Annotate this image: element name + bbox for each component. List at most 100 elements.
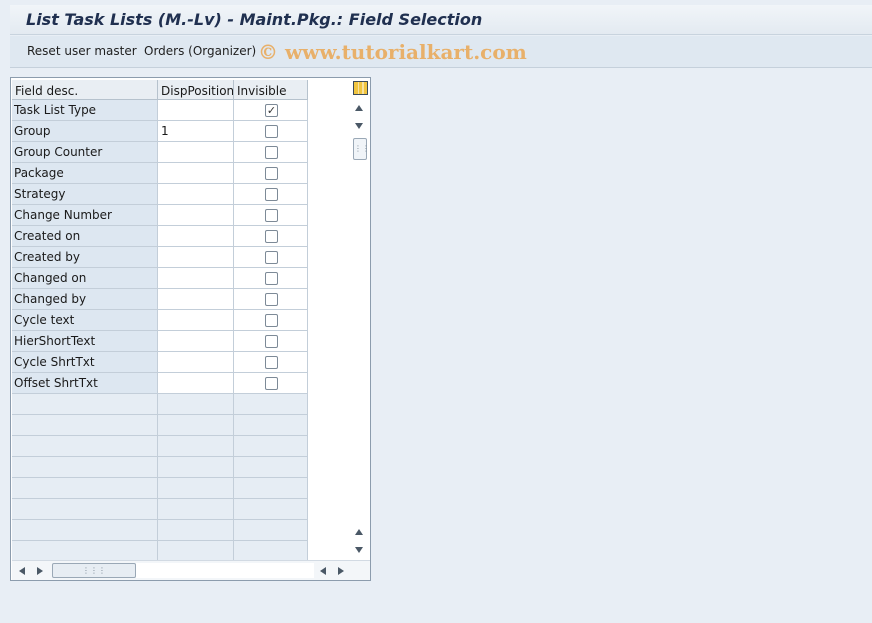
horizontal-scroll-thumb[interactable]: ⋮⋮⋮: [52, 563, 136, 578]
field-desc-cell: HierShortText: [12, 331, 158, 352]
empty-table-row: [12, 457, 308, 478]
field-desc-cell: Changed by: [12, 289, 158, 310]
empty-cell: [234, 394, 308, 415]
horizontal-scroll-track[interactable]: [136, 563, 314, 578]
field-desc-cell: Cycle ShrtTxt: [12, 352, 158, 373]
invisible-cell: [234, 163, 308, 184]
table-row: Created by: [12, 247, 308, 268]
table-row: Changed on: [12, 268, 308, 289]
scroll-right-end-icon[interactable]: [338, 567, 344, 575]
table-row: Change Number: [12, 205, 308, 226]
vertical-scroll-thumb[interactable]: ⋮⋮: [353, 138, 370, 160]
disp-position-input[interactable]: [158, 184, 234, 205]
scroll-left-end-icon[interactable]: [320, 567, 326, 575]
field-desc-cell: Created by: [12, 247, 158, 268]
table-row: Cycle ShrtTxt: [12, 352, 308, 373]
column-header-invisible[interactable]: Invisible: [234, 80, 308, 100]
invisible-checkbox[interactable]: [265, 209, 278, 222]
disp-position-input[interactable]: [158, 226, 234, 247]
scroll-up-bottom-icon[interactable]: [355, 529, 363, 535]
page-title: List Task Lists (M.-Lv) - Maint.Pkg.: Fi…: [26, 10, 483, 29]
invisible-checkbox[interactable]: [265, 314, 278, 327]
scroll-right-icon[interactable]: [37, 567, 43, 575]
invisible-checkbox[interactable]: [265, 167, 278, 180]
invisible-cell: [234, 247, 308, 268]
empty-cell: [12, 394, 158, 415]
field-desc-cell: Changed on: [12, 268, 158, 289]
disp-position-input[interactable]: [158, 142, 234, 163]
invisible-checkbox[interactable]: [265, 356, 278, 369]
invisible-checkbox[interactable]: [265, 230, 278, 243]
empty-cell: [158, 394, 234, 415]
table-row: Cycle text: [12, 310, 308, 331]
invisible-checkbox[interactable]: [265, 377, 278, 390]
disp-position-input[interactable]: [158, 100, 234, 121]
field-desc-cell: Strategy: [12, 184, 158, 205]
empty-cell: [234, 436, 308, 457]
empty-cell: [234, 541, 308, 562]
scroll-down-bottom-icon[interactable]: [355, 547, 363, 553]
orders-organizer-button[interactable]: Orders (Organizer): [144, 44, 256, 58]
invisible-cell: [234, 205, 308, 226]
invisible-cell: [234, 184, 308, 205]
reset-user-master-button[interactable]: Reset user master: [27, 44, 137, 58]
scroll-up-icon[interactable]: [355, 105, 363, 111]
table-body: Task List Type ✓ Group 1 Group Counter Packag…: [12, 100, 308, 562]
field-desc-cell: Offset ShrtTxt: [12, 373, 158, 394]
disp-position-input[interactable]: [158, 268, 234, 289]
empty-cell: [234, 478, 308, 499]
invisible-checkbox[interactable]: [265, 293, 278, 306]
invisible-cell: [234, 121, 308, 142]
disp-position-input[interactable]: [158, 310, 234, 331]
invisible-checkbox[interactable]: [265, 125, 278, 138]
empty-cell: [158, 436, 234, 457]
empty-table-row: [12, 478, 308, 499]
invisible-checkbox[interactable]: ✓: [265, 104, 278, 117]
invisible-checkbox[interactable]: [265, 335, 278, 348]
horizontal-scrollbar[interactable]: ⋮⋮⋮: [12, 560, 370, 580]
invisible-checkbox[interactable]: [265, 188, 278, 201]
application-toolbar: Reset user master Orders (Organizer) © w…: [10, 36, 872, 68]
vertical-scrollbar[interactable]: ⋮⋮: [352, 78, 370, 562]
disp-position-input[interactable]: [158, 247, 234, 268]
invisible-cell: [234, 268, 308, 289]
invisible-checkbox[interactable]: [265, 146, 278, 159]
disp-position-input[interactable]: [158, 373, 234, 394]
field-desc-cell: Group Counter: [12, 142, 158, 163]
invisible-checkbox[interactable]: [265, 251, 278, 264]
empty-cell: [12, 457, 158, 478]
table-row: Strategy: [12, 184, 308, 205]
disp-position-input[interactable]: [158, 163, 234, 184]
empty-cell: [12, 415, 158, 436]
disp-position-input[interactable]: [158, 289, 234, 310]
table-row: Group 1: [12, 121, 308, 142]
empty-table-row: [12, 415, 308, 436]
field-desc-cell: Task List Type: [12, 100, 158, 121]
empty-table-row: [12, 520, 308, 541]
disp-position-input[interactable]: [158, 331, 234, 352]
invisible-checkbox[interactable]: [265, 272, 278, 285]
empty-cell: [12, 436, 158, 457]
table-settings-icon[interactable]: [353, 81, 368, 95]
table-row: HierShortText: [12, 331, 308, 352]
invisible-cell: [234, 226, 308, 247]
invisible-cell: [234, 289, 308, 310]
empty-cell: [158, 499, 234, 520]
disp-position-input[interactable]: 1: [158, 121, 234, 142]
invisible-cell: [234, 142, 308, 163]
field-desc-cell: Group: [12, 121, 158, 142]
empty-cell: [158, 478, 234, 499]
invisible-cell: ✓: [234, 100, 308, 121]
field-desc-cell: Cycle text: [12, 310, 158, 331]
column-header-field-desc[interactable]: Field desc.: [12, 80, 158, 100]
scroll-down-icon[interactable]: [355, 123, 363, 129]
disp-position-input[interactable]: [158, 352, 234, 373]
scroll-left-icon[interactable]: [19, 567, 25, 575]
column-header-disp-position[interactable]: DispPosition: [158, 80, 234, 100]
empty-cell: [12, 520, 158, 541]
invisible-cell: [234, 373, 308, 394]
empty-cell: [12, 478, 158, 499]
empty-cell: [12, 541, 158, 562]
empty-table-row: [12, 499, 308, 520]
disp-position-input[interactable]: [158, 205, 234, 226]
